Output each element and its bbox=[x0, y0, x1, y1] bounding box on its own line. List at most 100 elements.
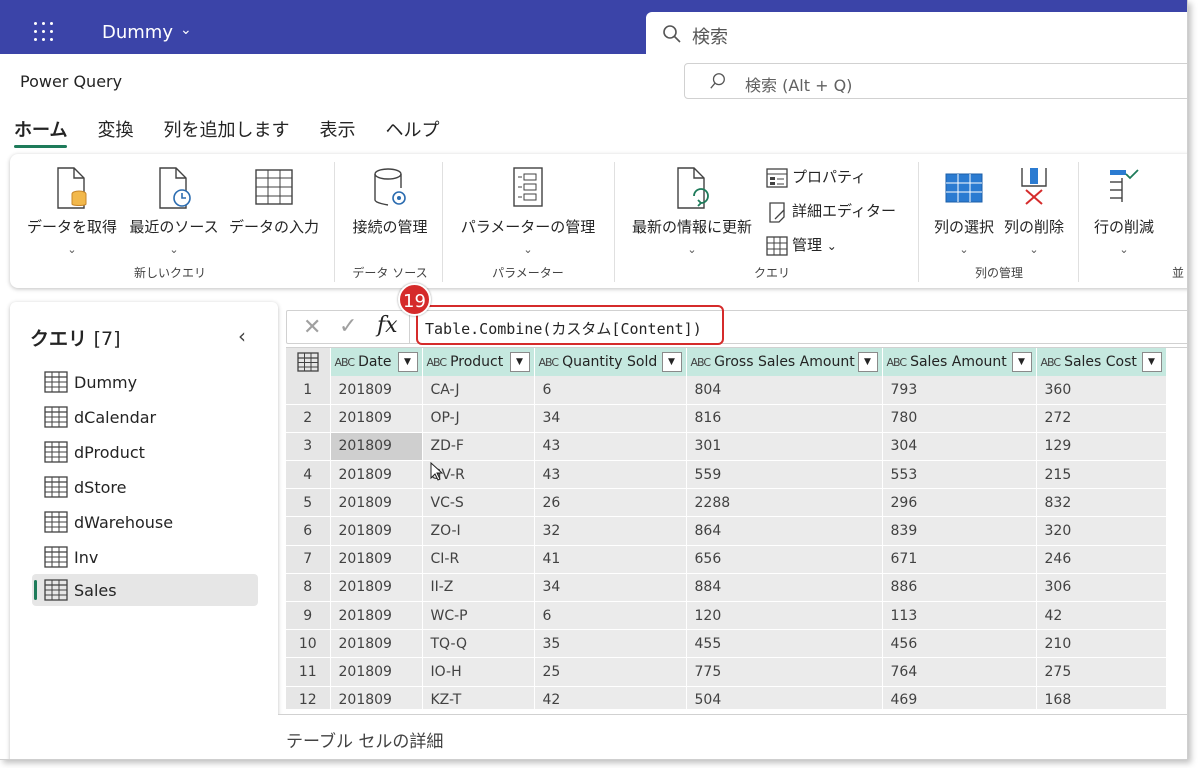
tab-transform[interactable]: 変換 bbox=[97, 116, 133, 146]
table-cell[interactable]: 884 bbox=[686, 573, 883, 603]
app-launcher-icon[interactable] bbox=[34, 22, 56, 44]
table-cell[interactable]: 671 bbox=[882, 545, 1037, 574]
table-cell[interactable]: 816 bbox=[686, 404, 883, 433]
filter-dropdown-icon[interactable]: ▼ bbox=[857, 352, 878, 372]
tab-add-column[interactable]: 列を追加します bbox=[163, 116, 289, 146]
table-cell[interactable]: CI-R bbox=[422, 545, 535, 574]
table-cell[interactable]: 26 bbox=[534, 488, 687, 518]
table-cell[interactable]: VC-S bbox=[422, 488, 535, 518]
table-cell[interactable]: 43 bbox=[534, 432, 687, 462]
table-cell[interactable]: 553 bbox=[882, 460, 1037, 490]
table-row[interactable]: 5 201809 VC-S 26 2288 296 832 bbox=[286, 488, 1167, 518]
query-item-dummy[interactable]: Dummy bbox=[32, 366, 258, 398]
global-search-box[interactable]: 検索 bbox=[646, 12, 1187, 56]
manage-connections-button[interactable]: 接続の管理 bbox=[340, 166, 440, 237]
refresh-button[interactable]: 最新の情報に更新 ⌄ bbox=[622, 166, 762, 256]
tab-view[interactable]: 表示 bbox=[319, 116, 355, 146]
table-cell[interactable]: 129 bbox=[1036, 432, 1167, 462]
table-cell[interactable]: 793 bbox=[882, 376, 1037, 405]
filter-dropdown-icon[interactable]: ▼ bbox=[509, 352, 530, 372]
row-number[interactable]: 10 bbox=[286, 629, 331, 659]
table-cell[interactable]: 839 bbox=[882, 516, 1037, 546]
table-cell[interactable]: 304 bbox=[882, 432, 1037, 462]
table-cell[interactable]: 201809 bbox=[330, 686, 423, 709]
column-header-sales-cost[interactable]: ABC Sales Cost ▼ bbox=[1036, 348, 1167, 376]
table-cell[interactable]: 656 bbox=[686, 545, 883, 574]
tab-help[interactable]: ヘルプ bbox=[385, 116, 439, 146]
table-row[interactable]: 4 201809 GV-R 43 559 553 215 bbox=[286, 460, 1167, 490]
table-cell[interactable]: 215 bbox=[1036, 460, 1167, 490]
workspace-name[interactable]: Dummy bbox=[102, 22, 173, 43]
row-number[interactable]: 6 bbox=[286, 516, 331, 546]
table-cell[interactable]: 886 bbox=[882, 573, 1037, 603]
table-cell[interactable]: 296 bbox=[882, 488, 1037, 518]
text-type-icon[interactable]: ABC bbox=[427, 356, 448, 369]
table-cell[interactable]: ZD-F bbox=[422, 432, 535, 462]
table-cell[interactable]: KZ-T bbox=[422, 686, 535, 709]
table-cell[interactable]: 201809 bbox=[330, 376, 423, 405]
table-cell[interactable]: 864 bbox=[686, 516, 883, 546]
query-item-dproduct[interactable]: dProduct bbox=[32, 436, 258, 468]
table-cell[interactable]: 35 bbox=[534, 629, 687, 659]
table-cell[interactable]: 41 bbox=[534, 545, 687, 574]
table-row[interactable]: 12 201809 KZ-T 42 504 469 168 bbox=[286, 686, 1167, 709]
query-item-dstore[interactable]: dStore bbox=[32, 471, 258, 503]
properties-button[interactable]: プロパティ bbox=[766, 166, 866, 189]
table-cell[interactable]: 201809 bbox=[330, 516, 423, 546]
text-type-icon[interactable]: ABC bbox=[1041, 356, 1062, 369]
table-cell[interactable]: 168 bbox=[1036, 686, 1167, 709]
table-row[interactable]: 6 201809 ZO-I 32 864 839 320 bbox=[286, 516, 1167, 546]
enter-data-button[interactable]: データの入力 bbox=[224, 166, 324, 237]
table-cell[interactable]: 34 bbox=[534, 573, 687, 603]
column-header-date[interactable]: ABC Date ▼ bbox=[330, 348, 423, 376]
row-number[interactable]: 11 bbox=[286, 657, 331, 687]
table-cell[interactable]: 804 bbox=[686, 376, 883, 405]
table-cell[interactable]: 201809 bbox=[330, 404, 423, 433]
commit-formula-icon[interactable]: ✓ bbox=[339, 314, 357, 339]
row-number[interactable]: 3 bbox=[286, 432, 331, 462]
manage-button[interactable]: 管理 ⌄ bbox=[766, 234, 837, 257]
table-cell[interactable]: 320 bbox=[1036, 516, 1167, 546]
row-number[interactable]: 8 bbox=[286, 573, 331, 603]
row-number[interactable]: 7 bbox=[286, 545, 331, 574]
table-row[interactable]: 10 201809 TQ-Q 35 455 456 210 bbox=[286, 629, 1167, 659]
table-cell[interactable]: CA-J bbox=[422, 376, 535, 405]
table-row[interactable]: 7 201809 CI-R 41 656 671 246 bbox=[286, 545, 1167, 574]
text-type-icon[interactable]: ABC bbox=[887, 356, 908, 369]
column-header-gross-sales-amount[interactable]: ABC Gross Sales Amount ▼ bbox=[686, 348, 883, 376]
table-cell[interactable]: 301 bbox=[686, 432, 883, 462]
get-data-button[interactable]: データを取得 ⌄ bbox=[22, 166, 122, 256]
table-cell[interactable]: 764 bbox=[882, 657, 1037, 687]
table-cell[interactable]: 456 bbox=[882, 629, 1037, 659]
table-cell[interactable]: 2288 bbox=[686, 488, 883, 518]
table-cell[interactable]: 780 bbox=[882, 404, 1037, 433]
command-search-box[interactable]: 検索 (Alt + Q) bbox=[684, 63, 1187, 99]
row-number[interactable]: 5 bbox=[286, 488, 331, 518]
fx-icon[interactable]: fx bbox=[377, 313, 398, 338]
query-item-sales[interactable]: Sales bbox=[32, 574, 258, 606]
table-cell[interactable]: 275 bbox=[1036, 657, 1167, 687]
row-number[interactable]: 4 bbox=[286, 460, 331, 490]
table-row[interactable]: 8 201809 II-Z 34 884 886 306 bbox=[286, 573, 1167, 603]
table-cell[interactable]: 201809 bbox=[330, 657, 423, 687]
table-cell[interactable]: 210 bbox=[1036, 629, 1167, 659]
column-header-quantity-sold[interactable]: ABC Quantity Sold ▼ bbox=[534, 348, 687, 376]
table-cell[interactable]: 120 bbox=[686, 601, 883, 631]
choose-columns-button[interactable]: 列の選択 ⌄ bbox=[928, 166, 1000, 256]
table-cell[interactable]: 201809 bbox=[330, 601, 423, 631]
table-cell[interactable]: 832 bbox=[1036, 488, 1167, 518]
table-cell[interactable]: IO-H bbox=[422, 657, 535, 687]
table-cell[interactable]: 6 bbox=[534, 376, 687, 405]
table-cell[interactable]: 360 bbox=[1036, 376, 1167, 405]
row-number[interactable]: 1 bbox=[286, 376, 331, 405]
table-cell[interactable]: 559 bbox=[686, 460, 883, 490]
table-cell[interactable]: OP-J bbox=[422, 404, 535, 433]
text-type-icon[interactable]: ABC bbox=[539, 356, 560, 369]
query-item-dcalendar[interactable]: dCalendar bbox=[32, 401, 258, 433]
table-cell[interactable]: 42 bbox=[534, 686, 687, 709]
table-row[interactable]: 1 201809 CA-J 6 804 793 360 bbox=[286, 376, 1167, 405]
table-row[interactable]: 11 201809 IO-H 25 775 764 275 bbox=[286, 657, 1167, 687]
table-cell[interactable]: 113 bbox=[882, 601, 1037, 631]
column-header-product[interactable]: ABC Product ▼ bbox=[422, 348, 535, 376]
table-cell[interactable]: 201809 bbox=[330, 545, 423, 574]
